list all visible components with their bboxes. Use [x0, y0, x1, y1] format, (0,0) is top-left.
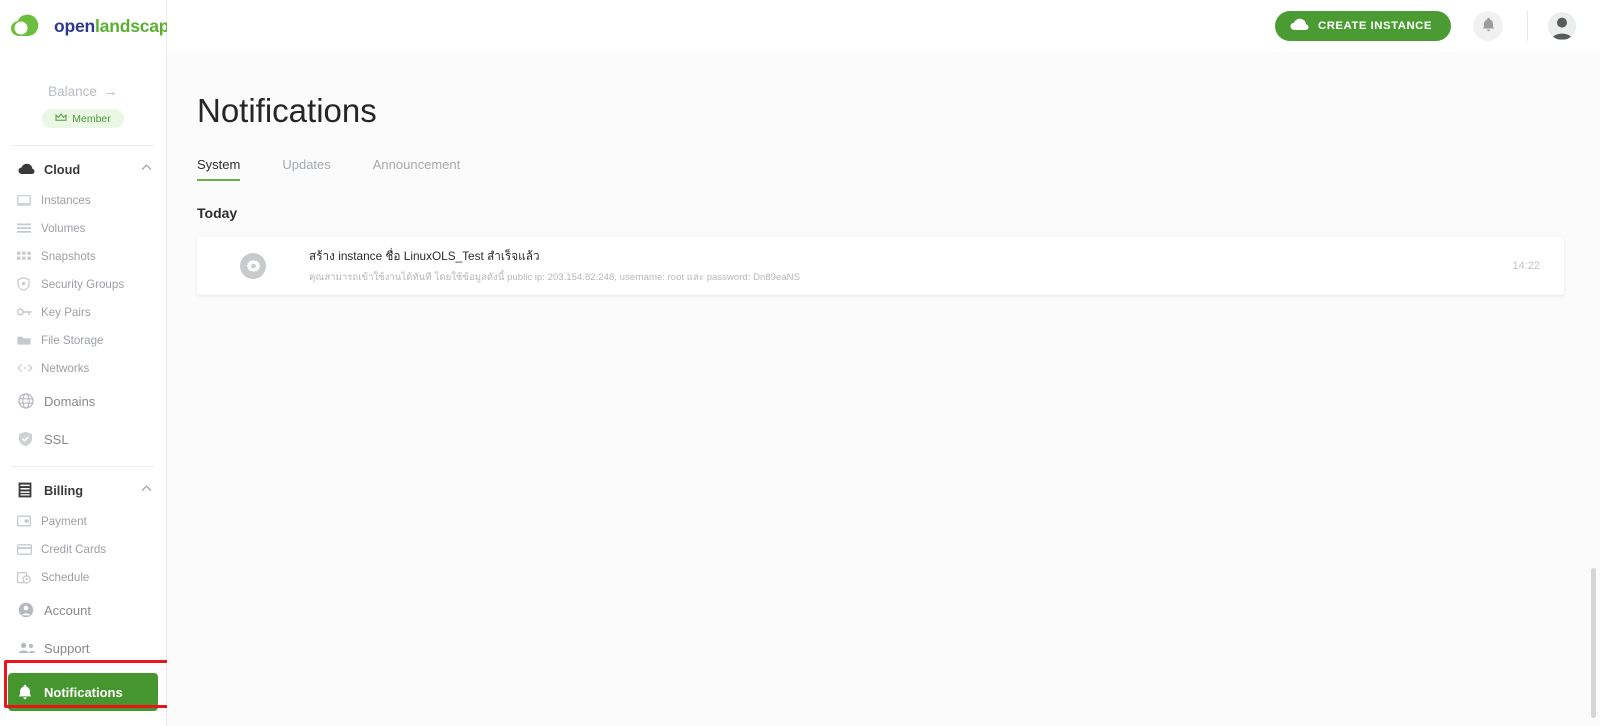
- create-instance-button[interactable]: CREATE INSTANCE: [1274, 11, 1451, 41]
- sidebar-item-snapshots[interactable]: Snapshots: [0, 242, 166, 270]
- sidebar-item-label: Schedule: [41, 570, 90, 584]
- snapshots-grid-icon: [17, 251, 41, 262]
- sidebar-item-label: File Storage: [41, 333, 104, 347]
- notifications-bell-button[interactable]: [1473, 11, 1503, 41]
- sidebar-divider-top: [12, 145, 154, 146]
- sidebar-item-label: Account: [44, 602, 91, 618]
- tab-system[interactable]: System: [197, 157, 241, 181]
- sidebar-item-notifications[interactable]: Notifications: [8, 673, 158, 711]
- chevron-up-icon[interactable]: [141, 484, 152, 495]
- tab-announcement[interactable]: Announcement: [373, 157, 460, 181]
- sidebar: openlandscape Balance → Member Cloud Ins…: [0, 0, 179, 726]
- shield-icon: [17, 277, 41, 291]
- sidebar-item-label: Notifications: [44, 684, 123, 700]
- sidebar-item-security-groups[interactable]: Security Groups: [0, 270, 166, 298]
- sidebar-item-networks[interactable]: Networks: [0, 354, 166, 382]
- sidebar-item-payment[interactable]: Payment: [0, 507, 166, 535]
- credit-card-icon: [17, 543, 41, 555]
- app-root: openlandscape Balance → Member Cloud Ins…: [0, 0, 1600, 726]
- balance-link[interactable]: Balance →: [0, 84, 166, 99]
- main-area: CREATE INSTANCE Notifications System Upd…: [167, 0, 1600, 726]
- sidebar-group-billing[interactable]: Billing: [0, 473, 166, 507]
- sidebar-group-cloud[interactable]: Cloud: [0, 152, 166, 186]
- tab-updates[interactable]: Updates: [282, 157, 330, 181]
- sidebar-item-label: Volumes: [41, 221, 86, 235]
- volumes-icon: [17, 223, 41, 234]
- crown-icon: [55, 112, 67, 125]
- sidebar-item-label: SSL: [44, 431, 69, 447]
- sidebar-item-label: Domains: [44, 393, 96, 409]
- schedule-clock-icon: [17, 571, 41, 584]
- code-brackets-icon: [17, 363, 41, 373]
- sidebar-item-ssl[interactable]: SSL: [0, 420, 166, 458]
- shield-check-icon: [18, 431, 44, 447]
- brand-open-text: open: [54, 15, 96, 36]
- page-content: Notifications System Updates Announcemen…: [167, 52, 1600, 295]
- tab-bar: System Updates Announcement: [197, 157, 1564, 181]
- sidebar-item-credit-cards[interactable]: Credit Cards: [0, 535, 166, 563]
- sidebar-item-schedule[interactable]: Schedule: [0, 563, 166, 591]
- page-title: Notifications: [197, 92, 377, 129]
- brand-logo[interactable]: openlandscape: [0, 0, 179, 52]
- scrollbar-thumb[interactable]: [1591, 568, 1596, 718]
- user-circle-icon: [18, 602, 44, 618]
- sidebar-item-label: Support: [44, 640, 90, 656]
- sidebar-group-cloud-label: Cloud: [44, 161, 81, 177]
- sidebar-item-key-pairs[interactable]: Key Pairs: [0, 298, 166, 326]
- bell-icon: [1482, 17, 1495, 35]
- member-label: Member: [72, 112, 111, 125]
- cloud-leaf-logo-icon: [10, 13, 54, 39]
- gear-icon: [240, 253, 266, 279]
- sidebar-divider-billing: [12, 466, 154, 467]
- wallet-icon: [17, 515, 41, 527]
- bell-icon: [18, 684, 44, 700]
- notification-body: สร้าง instance ชื่อ LinuxOLS_Test สำเร็จ…: [309, 247, 1512, 285]
- sidebar-item-label: Instances: [41, 193, 91, 207]
- brand-wordmark: openlandscape: [54, 16, 179, 37]
- sidebar-item-volumes[interactable]: Volumes: [0, 214, 166, 242]
- sidebar-item-label: Security Groups: [41, 277, 125, 291]
- sidebar-item-domains[interactable]: Domains: [0, 382, 166, 420]
- notification-description: คุณสามารถเข้าใช้งานได้ทันที โดยใช้ข้อมูล…: [309, 272, 801, 283]
- topbar-divider: [1527, 11, 1528, 41]
- notification-row[interactable]: สร้าง instance ชื่อ LinuxOLS_Test สำเร็จ…: [197, 237, 1564, 295]
- balance-label: Balance: [48, 84, 97, 99]
- sidebar-item-label: Snapshots: [41, 249, 96, 263]
- sidebar-item-label: Networks: [41, 361, 90, 375]
- globe-icon: [18, 393, 44, 409]
- key-icon: [17, 307, 41, 317]
- folder-icon: [17, 335, 41, 346]
- sidebar-item-instances[interactable]: Instances: [0, 186, 166, 214]
- section-label-today: Today: [197, 205, 238, 221]
- create-instance-label: CREATE INSTANCE: [1317, 20, 1432, 32]
- sidebar-item-support[interactable]: Support: [0, 629, 166, 667]
- arrow-right-icon: →: [102, 83, 118, 100]
- cloud-icon: [18, 163, 44, 175]
- monitor-icon: [17, 194, 41, 206]
- sidebar-item-label: Credit Cards: [41, 542, 107, 556]
- people-icon: [18, 642, 44, 654]
- status-badge-member: Member: [42, 109, 124, 128]
- notification-icon-wrap: [197, 253, 309, 279]
- notification-title: สร้าง instance ชื่อ LinuxOLS_Test สำเร็จ…: [309, 249, 540, 263]
- cloud-icon: [1290, 18, 1309, 34]
- billing-list-icon: [18, 482, 44, 498]
- sidebar-item-label: Payment: [41, 514, 87, 528]
- sidebar-item-file-storage[interactable]: File Storage: [0, 326, 166, 354]
- chevron-up-icon[interactable]: [141, 163, 152, 174]
- topbar: CREATE INSTANCE: [167, 0, 1600, 52]
- sidebar-item-label: Key Pairs: [41, 305, 91, 319]
- avatar[interactable]: [1548, 12, 1576, 40]
- sidebar-item-account[interactable]: Account: [0, 591, 166, 629]
- notification-timestamp: 14:22: [1512, 260, 1540, 272]
- scrollbar-track[interactable]: [1591, 52, 1598, 726]
- sidebar-group-billing-label: Billing: [44, 482, 84, 498]
